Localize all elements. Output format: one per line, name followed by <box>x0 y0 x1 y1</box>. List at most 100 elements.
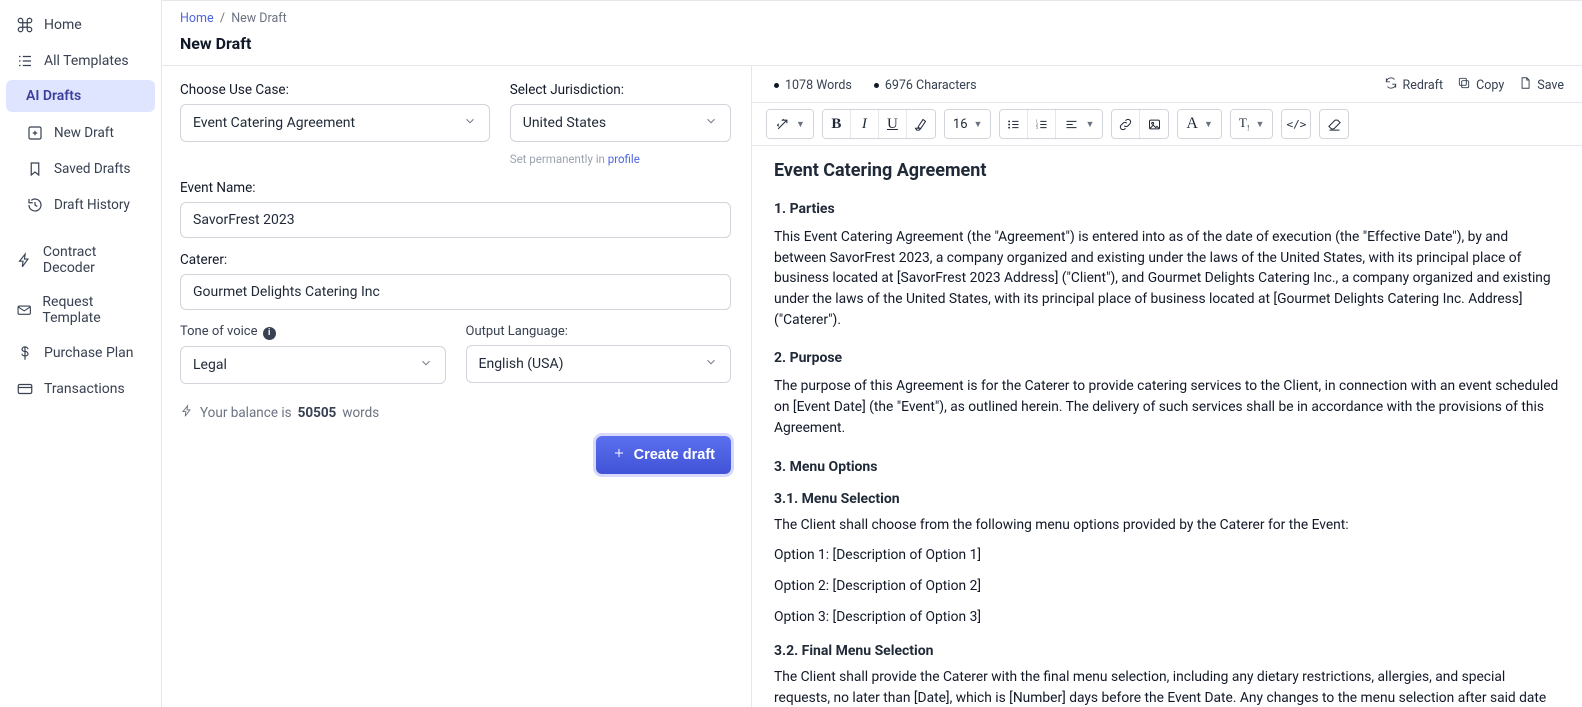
bolt-icon <box>16 251 33 269</box>
use-case-value: Event Catering Agreement <box>193 115 355 131</box>
lang-label: Output Language: <box>466 324 732 339</box>
text-format-button[interactable]: T!▼ <box>1231 110 1273 138</box>
lang-select[interactable]: English (USA) <box>466 345 732 383</box>
use-case-label: Choose Use Case: <box>180 82 490 98</box>
sidebar-label: Saved Drafts <box>54 161 130 177</box>
sidebar-label: Home <box>44 17 82 33</box>
doc-paragraph: Option 2: [Description of Option 2] <box>774 576 1560 597</box>
breadcrumb: Home / New Draft <box>162 1 1582 32</box>
magic-button[interactable]: ▼ <box>767 110 813 138</box>
sidebar-item-request-template[interactable]: Request Template <box>6 286 155 334</box>
sidebar-label: Request Template <box>42 294 145 326</box>
highlight-button[interactable] <box>907 110 935 138</box>
copy-icon <box>1457 76 1471 94</box>
plus-icon <box>612 446 626 464</box>
chevron-down-icon <box>704 114 718 132</box>
balance-text: Your balance is 50505 words <box>180 404 731 422</box>
eraser-button[interactable] <box>1320 110 1348 138</box>
sidebar-item-saved-drafts[interactable]: Saved Drafts <box>16 152 155 186</box>
doc-paragraph: Option 1: [Description of Option 1] <box>774 545 1560 566</box>
sidebar-item-contract-decoder[interactable]: Contract Decoder <box>6 236 155 284</box>
chevron-down-icon <box>704 355 718 373</box>
sidebar-label: Purchase Plan <box>44 345 134 361</box>
caterer-label: Caterer: <box>180 252 731 268</box>
lang-value: English (USA) <box>479 356 564 372</box>
image-button[interactable] <box>1140 110 1168 138</box>
breadcrumb-sep: / <box>217 11 231 26</box>
bolt-icon <box>180 404 194 422</box>
doc-heading: 1. Parties <box>774 201 1560 217</box>
plus-square-icon <box>26 124 44 142</box>
bookmark-icon <box>26 160 44 178</box>
main: Home / New Draft New Draft Choose Use Ca… <box>162 0 1582 707</box>
sidebar-item-new-draft[interactable]: New Draft <box>16 116 155 150</box>
jurisdiction-value: United States <box>523 115 606 131</box>
sidebar-label: All Templates <box>44 53 129 69</box>
profile-link[interactable]: profile <box>608 152 640 166</box>
save-button[interactable]: Save <box>1518 76 1564 94</box>
char-count: 6976 Characters <box>874 78 977 93</box>
refresh-icon <box>1384 76 1398 94</box>
mail-icon <box>16 301 32 319</box>
link-button[interactable] <box>1112 110 1140 138</box>
tone-select[interactable]: Legal <box>180 346 446 384</box>
card-icon <box>16 380 34 398</box>
chevron-down-icon <box>419 356 433 374</box>
doc-paragraph: This Event Catering Agreement (the "Agre… <box>774 227 1560 330</box>
underline-button[interactable]: U <box>879 110 907 138</box>
svg-text:3: 3 <box>1036 125 1038 129</box>
sidebar-item-all-templates[interactable]: All Templates <box>6 44 155 78</box>
doc-paragraph: The Client shall provide the Caterer wit… <box>774 667 1560 707</box>
sidebar-label: AI Drafts <box>26 88 81 104</box>
bold-button[interactable]: B <box>823 110 851 138</box>
sidebar-item-draft-history[interactable]: Draft History <box>16 188 155 222</box>
sidebar-label: New Draft <box>54 125 114 141</box>
align-button[interactable]: ▼ <box>1056 110 1102 138</box>
doc-heading: 3. Menu Options <box>774 459 1560 475</box>
text-color-button[interactable]: A▼ <box>1178 110 1220 138</box>
sidebar-item-transactions[interactable]: Transactions <box>6 372 155 406</box>
use-case-select[interactable]: Event Catering Agreement <box>180 104 490 142</box>
jurisdiction-select[interactable]: United States <box>510 104 731 142</box>
sidebar-item-purchase-plan[interactable]: Purchase Plan <box>6 336 155 370</box>
doc-heading: 2. Purpose <box>774 350 1560 366</box>
bullet-list-button[interactable] <box>1000 110 1028 138</box>
caterer-value: Gourmet Delights Catering Inc <box>193 284 380 300</box>
jurisdiction-hint: Set permanently in profile <box>510 152 731 166</box>
chevron-down-icon <box>463 114 477 132</box>
create-draft-button[interactable]: Create draft <box>596 436 731 474</box>
event-name-input[interactable]: SavorFrest 2023 <box>180 202 731 238</box>
font-size-select[interactable]: 16▼ <box>945 110 991 138</box>
list-icon <box>16 52 34 70</box>
doc-title: Event Catering Agreement <box>774 160 1560 181</box>
sidebar-label: Transactions <box>44 381 125 397</box>
editor-toolbar: ▼ B I U 16▼ 123 ▼ <box>752 103 1582 146</box>
jurisdiction-label: Select Jurisdiction: <box>510 82 731 98</box>
word-count: 1078 Words <box>774 78 852 93</box>
tone-label: Tone of voice i <box>180 324 446 340</box>
sidebar-group-ai-drafts[interactable]: AI Drafts <box>6 80 155 112</box>
sidebar: Home All Templates AI Drafts New Draft S… <box>0 0 162 707</box>
sidebar-label: Draft History <box>54 197 130 213</box>
sidebar-subgroup: New Draft Saved Drafts Draft History <box>6 116 155 222</box>
doc-paragraph: Option 3: [Description of Option 3] <box>774 607 1560 628</box>
doc-paragraph: The purpose of this Agreement is for the… <box>774 376 1560 438</box>
breadcrumb-current: New Draft <box>231 11 286 26</box>
numbered-list-button[interactable]: 123 <box>1028 110 1056 138</box>
info-icon: i <box>263 327 276 340</box>
caterer-input[interactable]: Gourmet Delights Catering Inc <box>180 274 731 310</box>
breadcrumb-home-link[interactable]: Home <box>180 11 214 26</box>
history-icon <box>26 196 44 214</box>
tone-value: Legal <box>193 357 227 373</box>
sidebar-item-home[interactable]: Home <box>6 8 155 42</box>
doc-subheading: 3.1. Menu Selection <box>774 491 1560 507</box>
document-body[interactable]: Event Catering Agreement 1. Parties This… <box>752 146 1582 707</box>
italic-button[interactable]: I <box>851 110 879 138</box>
copy-button[interactable]: Copy <box>1457 76 1504 94</box>
redraft-button[interactable]: Redraft <box>1384 76 1444 94</box>
preview-topbar: 1078 Words 6976 Characters Redraft Copy <box>752 66 1582 103</box>
doc-paragraph: The Client shall choose from the followi… <box>774 515 1560 536</box>
code-button[interactable]: </> <box>1282 110 1310 138</box>
command-icon <box>16 16 34 34</box>
form-pane: Choose Use Case: Event Catering Agreemen… <box>162 66 752 707</box>
